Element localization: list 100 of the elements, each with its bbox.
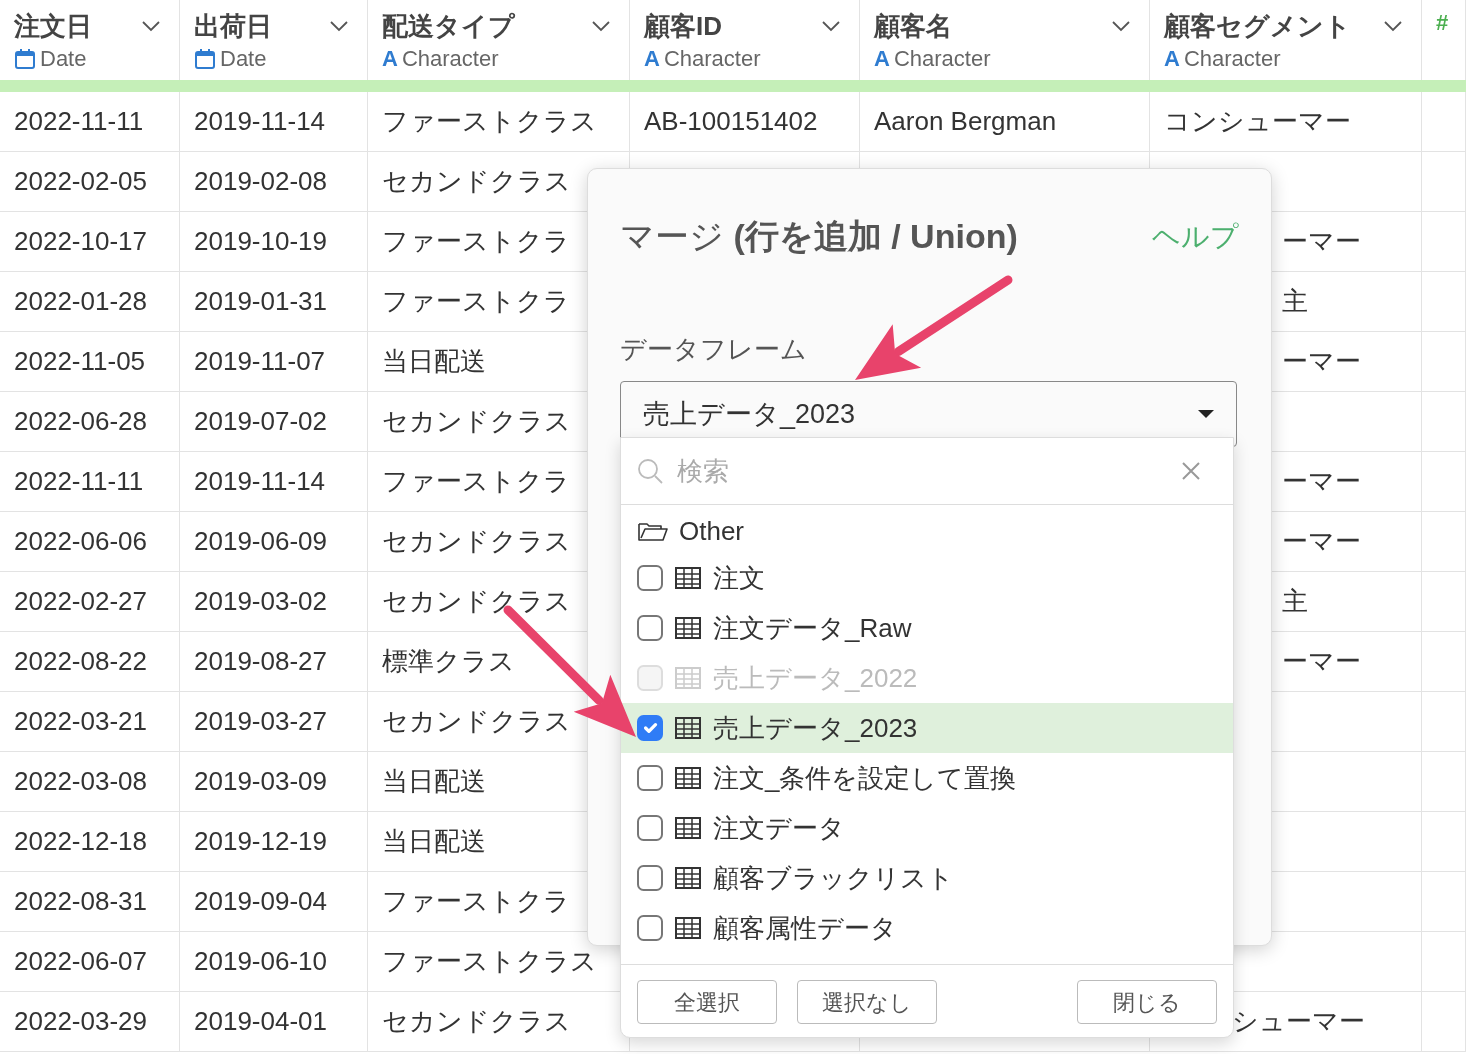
table-cell <box>1422 812 1466 872</box>
checkbox[interactable] <box>637 915 663 941</box>
checkbox[interactable] <box>637 865 663 891</box>
chevron-icon[interactable] <box>591 18 611 34</box>
table-cell: 2022-06-28 <box>0 392 180 452</box>
item-label: 注文データ <box>713 811 845 845</box>
table-cell <box>1422 752 1466 812</box>
table-cell <box>1422 632 1466 692</box>
table-cell: 2019-02-08 <box>180 152 368 212</box>
table-cell: Aaron Bergman <box>860 92 1150 152</box>
table-cell: 2022-12-18 <box>0 812 180 872</box>
calendar-icon <box>14 48 36 70</box>
table-cell <box>1422 392 1466 452</box>
table-cell: 2019-08-27 <box>180 632 368 692</box>
table-cell: 2019-06-10 <box>180 932 368 992</box>
column-header[interactable]: 注文日 <box>14 8 92 44</box>
column-header[interactable]: 顧客名 <box>874 8 952 44</box>
table-cell <box>1422 572 1466 632</box>
table-cell: 2022-03-21 <box>0 692 180 752</box>
checkbox[interactable] <box>637 815 663 841</box>
group-label: Other <box>679 514 745 548</box>
table-cell: 2019-07-02 <box>180 392 368 452</box>
table-cell: 2019-11-07 <box>180 332 368 392</box>
item-label: 売上データ_2023 <box>713 711 918 745</box>
table-icon <box>675 767 701 789</box>
table-icon <box>675 717 701 739</box>
footer-button[interactable]: 閉じる <box>1077 980 1217 1024</box>
item-label: 注文 <box>713 561 765 595</box>
table-cell <box>1422 452 1466 512</box>
table-cell: 2022-06-06 <box>0 512 180 572</box>
table-cell: 2022-01-28 <box>0 272 180 332</box>
checkbox[interactable] <box>637 715 663 741</box>
item-label: 注文_条件を設定して置換 <box>713 761 1017 795</box>
chevron-icon[interactable] <box>329 18 349 34</box>
table-cell: 2019-11-14 <box>180 452 368 512</box>
table-icon <box>675 667 701 689</box>
footer-button[interactable]: 全選択 <box>637 980 777 1024</box>
type-icon: # <box>1436 8 1449 38</box>
table-cell <box>1422 872 1466 932</box>
table-cell <box>1422 992 1466 1052</box>
table-cell: 2022-08-22 <box>0 632 180 692</box>
table-cell: コンシューマー <box>1150 92 1422 152</box>
checkbox[interactable] <box>637 765 663 791</box>
column-type: Date <box>40 45 87 73</box>
table-cell: 2022-02-27 <box>0 572 180 632</box>
table-cell: 2022-03-08 <box>0 752 180 812</box>
close-icon[interactable] <box>1181 461 1201 481</box>
checkbox[interactable] <box>637 615 663 641</box>
table-cell <box>1422 692 1466 752</box>
table-cell: 2022-02-05 <box>0 152 180 212</box>
caret-icon <box>1198 410 1214 418</box>
table-cell: 2022-08-31 <box>0 872 180 932</box>
column-header[interactable]: 顧客ID <box>644 8 722 44</box>
column-type: Character <box>663 45 761 73</box>
table-cell <box>1422 932 1466 992</box>
item-label: 顧客ブラックリスト <box>713 861 954 895</box>
table-cell: 2019-03-27 <box>180 692 368 752</box>
type-icon: A <box>1164 44 1180 74</box>
table-icon <box>675 817 701 839</box>
table-cell: 2019-12-19 <box>180 812 368 872</box>
chevron-icon[interactable] <box>821 18 841 34</box>
table-cell: 2019-03-09 <box>180 752 368 812</box>
column-type: Character <box>893 45 991 73</box>
table-cell: AB-100151402 <box>630 92 860 152</box>
item-label: 顧客属性データ <box>713 911 897 945</box>
table-cell <box>1422 272 1466 332</box>
list-item[interactable]: 売上データ_2023 <box>621 703 1233 753</box>
table-cell: 2019-11-14 <box>180 92 368 152</box>
calendar-icon <box>194 48 216 70</box>
type-icon: A <box>644 44 660 74</box>
table-cell <box>1422 332 1466 392</box>
search-icon <box>637 458 663 484</box>
column-header[interactable]: 配送タイプ <box>382 8 515 44</box>
table-cell: 2022-10-17 <box>0 212 180 272</box>
column-header[interactable]: 顧客セグメント <box>1164 8 1351 44</box>
column-type: Character <box>1183 45 1281 73</box>
footer-button[interactable]: 選択なし <box>797 980 937 1024</box>
table-cell: 2022-11-11 <box>0 92 180 152</box>
table-cell <box>1422 92 1466 152</box>
table-icon <box>675 867 701 889</box>
table-icon <box>675 917 701 939</box>
table-cell <box>1422 152 1466 212</box>
table-cell: 2022-11-05 <box>0 332 180 392</box>
column-header[interactable]: 出荷日 <box>194 8 272 44</box>
table-cell: 2019-10-19 <box>180 212 368 272</box>
chevron-icon[interactable] <box>1111 18 1131 34</box>
type-icon: A <box>382 44 398 74</box>
checkbox[interactable] <box>637 565 663 591</box>
table-icon <box>675 617 701 639</box>
table-cell: 2019-06-09 <box>180 512 368 572</box>
chevron-icon[interactable] <box>141 18 161 34</box>
table-cell: 2019-04-01 <box>180 992 368 1052</box>
table-icon <box>675 567 701 589</box>
table-cell: 2022-11-11 <box>0 452 180 512</box>
item-label: 売上データ_2022 <box>713 661 918 695</box>
table-cell: 2022-03-29 <box>0 992 180 1052</box>
table-cell <box>1422 212 1466 272</box>
table-cell: 2019-03-02 <box>180 572 368 632</box>
table-cell: 2022-06-07 <box>0 932 180 992</box>
chevron-icon[interactable] <box>1383 18 1403 34</box>
